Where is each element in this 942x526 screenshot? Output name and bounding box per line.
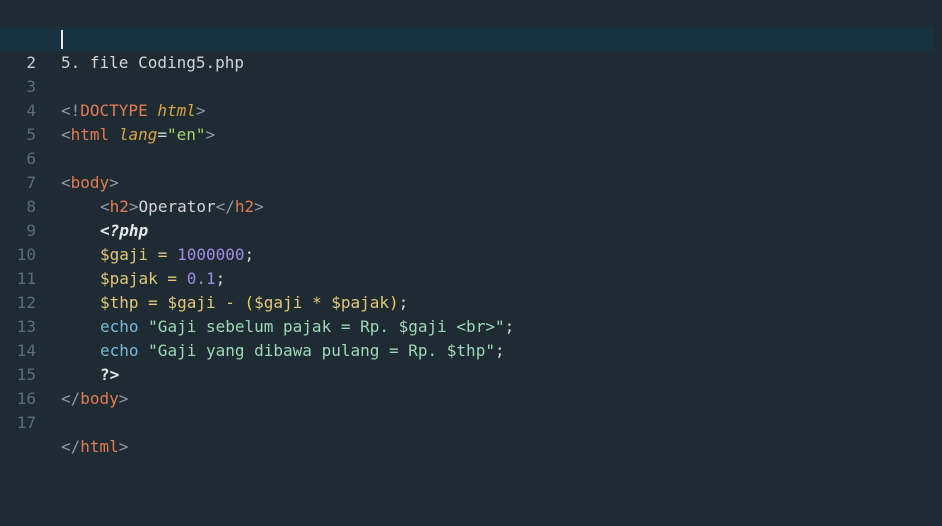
code-line[interactable]: 12 echo "Gaji sebelum pajak = Rp. $gaji …: [0, 267, 934, 336]
code-line[interactable]: 8 <?php: [0, 171, 934, 240]
code-line[interactable]: 13 echo "Gaji yang dibawa pulang = Rp. $…: [0, 291, 934, 360]
code-line[interactable]: 11 $thp = $gaji - ($gaji * $pajak);: [0, 243, 934, 312]
code-line[interactable]: 14 ?>: [0, 315, 934, 384]
code-line[interactable]: 15 </body>: [0, 339, 934, 408]
code-editor[interactable]: 1 5. file Coding5.php 2 3 <!DOCTYPE html…: [0, 0, 942, 526]
code-line[interactable]: 6 <body>: [0, 123, 934, 192]
code-line[interactable]: 17 </html>: [0, 387, 934, 456]
code-line[interactable]: 4 <html lang="en">: [0, 75, 934, 144]
code-line[interactable]: 16: [0, 363, 934, 408]
text-cursor: [61, 30, 63, 49]
code-line[interactable]: 9 $gaji = 1000000;: [0, 195, 934, 264]
bracket: </: [61, 437, 81, 456]
code-line[interactable]: 10 $pajak = 0.1;: [0, 219, 934, 288]
code-line[interactable]: 3 <!DOCTYPE html>: [0, 51, 934, 120]
bracket: >: [118, 437, 129, 456]
code-line[interactable]: 5: [0, 99, 934, 144]
line-number: 17: [16, 413, 36, 432]
code-line[interactable]: 7 <h2>Operator</h2>: [0, 147, 934, 216]
line-content: </html>: [61, 435, 128, 459]
code-line[interactable]: 1 5. file Coding5.php: [0, 3, 934, 72]
code-line-current[interactable]: 2: [0, 27, 934, 72]
tag-name: html: [80, 437, 119, 456]
